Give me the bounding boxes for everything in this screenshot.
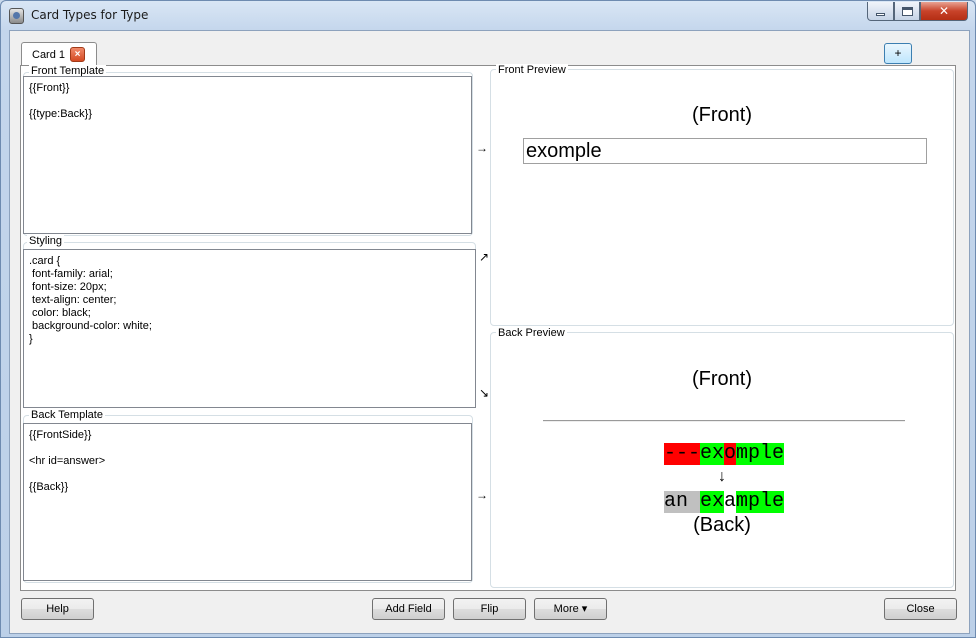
- window-title: Card Types for Type: [31, 8, 149, 22]
- expected-segment: mple: [736, 490, 785, 513]
- window-close-button[interactable]: ✕: [920, 2, 968, 21]
- minimize-button[interactable]: [867, 2, 894, 21]
- close-icon: ✕: [938, 4, 950, 18]
- dialog-window: Card Types for Type ✕ Card 1 × + Front T…: [0, 0, 976, 638]
- expected-answer-comparison: an ex a mple: [664, 490, 785, 513]
- styling-label: Styling: [27, 235, 65, 247]
- title-bar[interactable]: Card Types for Type ✕: [1, 1, 975, 29]
- expected-segment: a: [724, 490, 737, 513]
- add-field-button[interactable]: Add Field: [372, 598, 445, 620]
- typed-segment: ---: [664, 442, 701, 465]
- back-arrow-icon: →: [476, 488, 488, 502]
- answer-divider: [543, 420, 905, 422]
- client-area: Card 1 × + Front Template {{Front}} {{ty…: [9, 30, 970, 634]
- typed-answer-comparison: --- ex o mple: [664, 442, 785, 465]
- typed-segment: ex: [700, 442, 725, 465]
- back-template-label: Back Template: [29, 409, 105, 421]
- back-preview: (Front) --- ex o mple ↓ an ex a mple (Back): [491, 338, 953, 586]
- type-answer-input[interactable]: exomple: [523, 138, 927, 164]
- minimize-icon: [876, 12, 885, 16]
- front-preview: (Front) exomple: [491, 74, 953, 324]
- styling-up-arrow-icon: ↗: [479, 250, 490, 264]
- styling-down-arrow-icon: ↘: [479, 386, 490, 400]
- back-template-editor[interactable]: {{FrontSide}} <hr id=answer> {{Back}}: [23, 423, 472, 581]
- maximize-icon: [901, 6, 913, 16]
- typed-segment: mple: [736, 442, 785, 465]
- add-card-type-button[interactable]: +: [884, 43, 912, 64]
- expected-segment: an: [664, 490, 701, 513]
- more-button[interactable]: More ▾: [534, 598, 607, 620]
- front-arrow-icon: →: [476, 141, 488, 155]
- tab-card-1[interactable]: Card 1 ×: [21, 42, 97, 66]
- tab-close-icon[interactable]: ×: [70, 47, 85, 62]
- back-preview-back-label: (Back): [693, 514, 751, 536]
- close-button[interactable]: Close: [884, 598, 957, 620]
- help-button[interactable]: Help: [21, 598, 94, 620]
- expected-segment: ex: [700, 490, 725, 513]
- app-icon: [9, 8, 24, 24]
- typed-segment: o: [724, 442, 737, 465]
- back-preview-heading: (Front): [692, 368, 752, 390]
- front-preview-heading: (Front): [692, 104, 752, 126]
- tab-panel: Front Template {{Front}} {{type:Back}} S…: [20, 64, 956, 591]
- down-arrow-icon: ↓: [718, 468, 726, 485]
- maximize-button[interactable]: [894, 2, 920, 21]
- styling-editor[interactable]: .card { font-family: arial; font-size: 2…: [23, 249, 476, 408]
- front-template-editor[interactable]: {{Front}} {{type:Back}}: [23, 76, 472, 234]
- tab-label: Card 1: [32, 49, 66, 61]
- flip-button[interactable]: Flip: [453, 598, 526, 620]
